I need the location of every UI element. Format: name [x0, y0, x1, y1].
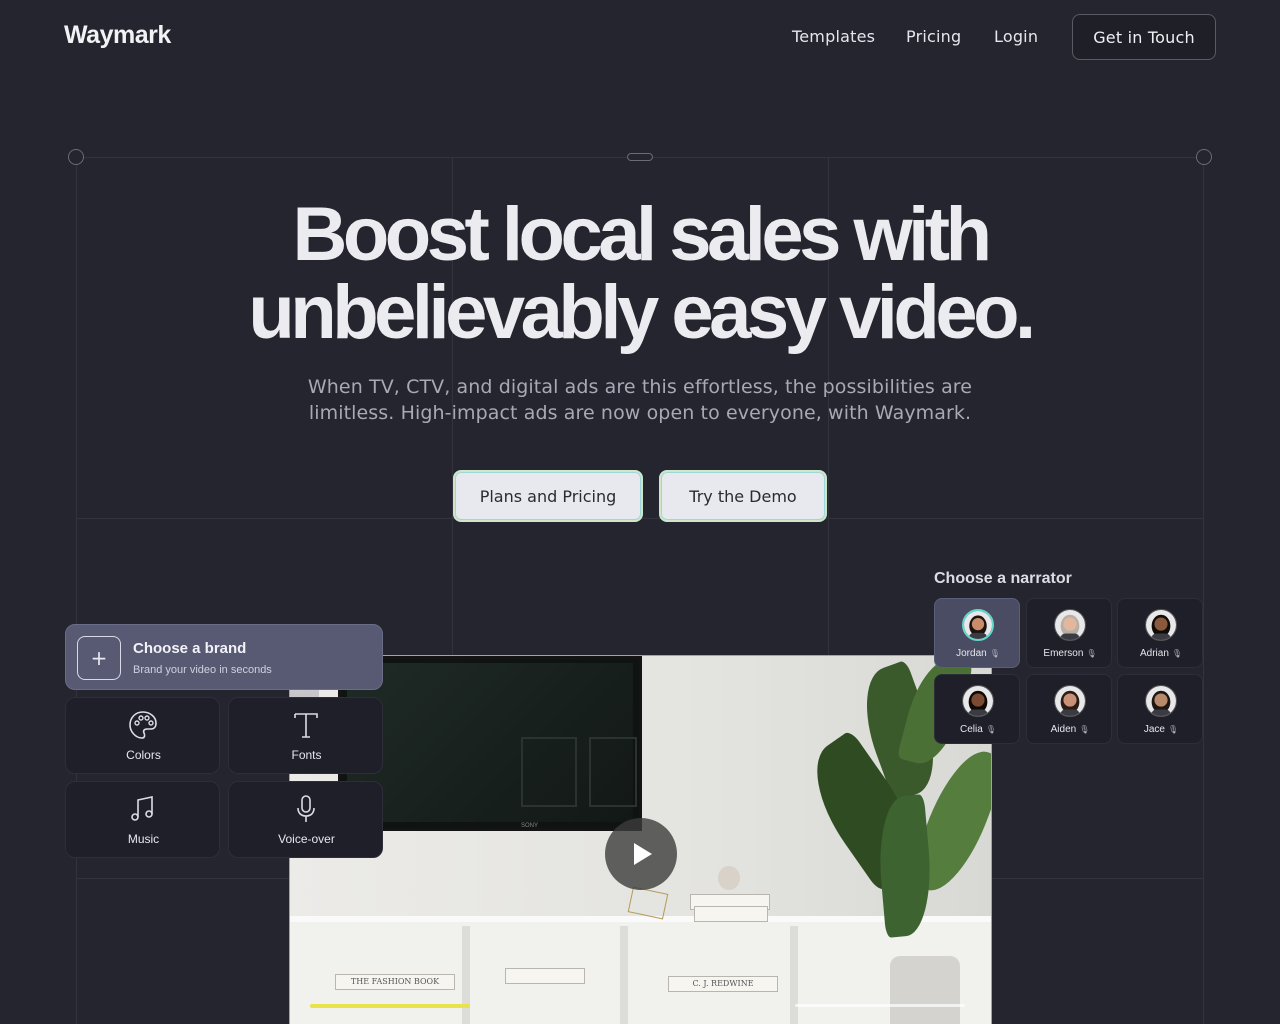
try-the-demo-button[interactable]: Try the Demo: [659, 470, 827, 522]
microphone-icon: 🎙︎: [989, 649, 1000, 658]
nav-login-link[interactable]: Login: [994, 27, 1038, 46]
tool-voice-over-label: Voice-over: [278, 832, 335, 846]
avatar: [962, 685, 994, 717]
narrator-jordan[interactable]: Jordan 🎙︎: [934, 598, 1020, 668]
shelf-book-right: C. J. REDWINE: [668, 976, 778, 992]
hero-subtitle: When TV, CTV, and digital ads are this e…: [290, 374, 990, 426]
palette-icon: [129, 711, 157, 739]
frame-top-handle: [627, 153, 653, 161]
narrator-label: Jordan 🎙︎: [935, 648, 1021, 659]
hero-headline: Boost local sales with unbelievably easy…: [0, 196, 1280, 352]
avatar: [1145, 609, 1177, 641]
hero-headline-line2: unbelievably easy video.: [248, 270, 1036, 355]
avatar: [962, 609, 994, 641]
narrator-name: Aiden: [1050, 724, 1077, 735]
demo-video-player[interactable]: SONY THE FASHION BOOK C. J. REDWINE: [289, 655, 992, 1024]
microphone-icon: 🎙︎: [1171, 649, 1183, 658]
microphone-icon: 🎙︎: [1086, 649, 1097, 658]
hero-subtitle-line1: When TV, CTV, and digital ads are this e…: [307, 376, 973, 398]
microphone-icon: 🎙︎: [1167, 725, 1179, 734]
tool-colors-label: Colors: [126, 748, 161, 762]
narrator-label: Aiden 🎙︎: [1027, 724, 1113, 735]
choose-brand-card[interactable]: + Choose a brand Brand your video in sec…: [65, 624, 383, 690]
get-in-touch-button[interactable]: Get in Touch: [1072, 14, 1216, 60]
narrator-emerson[interactable]: Emerson 🎙︎: [1026, 598, 1112, 668]
tool-voice-over[interactable]: Voice-over: [228, 781, 383, 858]
avatar: [1145, 685, 1177, 717]
video-scene-tv: SONY: [338, 656, 642, 831]
music-icon: [131, 796, 153, 821]
video-play-button[interactable]: [605, 818, 677, 890]
video-volume-bar[interactable]: [795, 1004, 965, 1007]
play-icon: [634, 843, 652, 865]
tool-music[interactable]: Music: [65, 781, 220, 858]
tool-colors[interactable]: Colors: [65, 697, 220, 774]
narrator-name: Adrian: [1139, 648, 1169, 659]
tool-fonts-label: Fonts: [291, 748, 322, 762]
choose-brand-subtitle: Brand your video in seconds: [133, 664, 272, 676]
narrator-label: Celia 🎙︎: [935, 724, 1021, 735]
narrator-name: Jace: [1143, 724, 1165, 735]
narrator-name: Celia: [960, 724, 983, 735]
choose-brand-title: Choose a brand: [133, 640, 247, 657]
avatar: [1054, 609, 1086, 641]
avatar: [1054, 685, 1086, 717]
frame-corner-handle-left: [68, 149, 84, 165]
microphone-icon: [297, 795, 315, 822]
narrator-name: Jordan: [956, 648, 987, 659]
nav-templates-link[interactable]: Templates: [792, 27, 875, 46]
narrator-jace[interactable]: Jace 🎙︎: [1117, 674, 1203, 744]
hero-subtitle-line2: limitless. High-impact ads are now open …: [308, 402, 972, 424]
tool-music-label: Music: [127, 832, 160, 846]
microphone-icon: 🎙︎: [985, 725, 996, 734]
video-progress-bar[interactable]: [310, 1004, 470, 1008]
narrator-label: Adrian 🎙︎: [1118, 648, 1204, 659]
narrator-label: Emerson 🎙︎: [1027, 648, 1113, 659]
narrator-celia[interactable]: Celia 🎙︎: [934, 674, 1020, 744]
narrator-label: Jace 🎙︎: [1118, 724, 1204, 735]
plans-and-pricing-button[interactable]: Plans and Pricing: [453, 470, 643, 522]
tool-fonts[interactable]: Fonts: [228, 697, 383, 774]
type-icon: [294, 713, 318, 738]
narrator-aiden[interactable]: Aiden 🎙︎: [1026, 674, 1112, 744]
narrator-name: Emerson: [1043, 648, 1084, 659]
waymark-logo[interactable]: Waymark: [64, 21, 171, 50]
tv-brand-label: SONY: [521, 823, 539, 829]
nav-pricing-link[interactable]: Pricing: [906, 27, 961, 46]
narrator-adrian[interactable]: Adrian 🎙︎: [1117, 598, 1203, 668]
top-nav: Waymark Templates Pricing Login Get in T…: [0, 0, 1280, 74]
add-brand-icon[interactable]: +: [77, 636, 121, 680]
frame-corner-handle-right: [1196, 149, 1212, 165]
shelf-book-left: THE FASHION BOOK: [335, 974, 455, 990]
microphone-icon: 🎙︎: [1079, 725, 1090, 734]
choose-narrator-title: Choose a narrator: [934, 570, 1072, 587]
hero-headline-line1: Boost local sales with: [292, 192, 993, 277]
